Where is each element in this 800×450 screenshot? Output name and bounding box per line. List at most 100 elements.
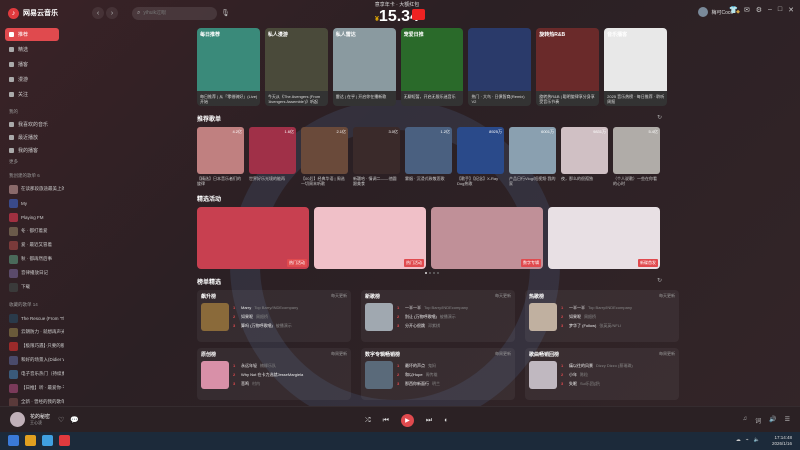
netease-music-taskbar-icon[interactable] (59, 435, 70, 446)
comment-icon[interactable]: 💬 (70, 416, 79, 424)
skin-icon[interactable]: 👕 (729, 6, 738, 14)
forward-icon[interactable]: › (106, 7, 118, 19)
system-clock[interactable]: 17:14:48 2026/1/16 (772, 435, 792, 447)
playlist-item[interactable]: 电子音乐热门（持续更新）人生里 (9, 367, 64, 381)
playlist-item[interactable]: The Rescue (From 'The... (9, 311, 64, 325)
feature-card[interactable]: 宠爱日推 无聊短暂，开启无限乐迷音乐 (400, 28, 464, 106)
chart-row[interactable]: 3 分开心很跳 邓紫棋 (397, 321, 511, 330)
weather-icon[interactable]: ☁ (736, 437, 741, 443)
playlist-item[interactable]: 秋 · 都再然后事 (9, 252, 64, 266)
previous-icon[interactable]: ⏮ (383, 417, 389, 425)
shuffle-icon[interactable]: ⤮ (365, 417, 371, 425)
mail-icon[interactable]: ✉ (744, 6, 750, 14)
minimize-icon[interactable]: – (768, 6, 772, 14)
chart-card[interactable]: 原创榜 每周更新 1 永远年轻 楠柳乐队 2 Why Not 在卡力选就JesseMargi… (197, 348, 351, 400)
network-icon[interactable]: ⌁ (746, 437, 749, 443)
featured-title[interactable]: 精选活动 (197, 194, 221, 203)
chart-row[interactable]: 3 算吗 (万物呼歌唱) 被播演示 (233, 321, 347, 330)
feature-card[interactable]: 热门 · 大鸟 · 日俱智商(Remix) V2 (468, 28, 532, 106)
sidebar-item[interactable]: 精选 (5, 43, 59, 56)
chart-card[interactable]: 新歌榜 每天更新 1 一半一半 Top Barry/INDEcompany 2 别让 (万物… (361, 290, 515, 342)
playlist-card[interactable]: 4.2亿 【精选】日本音乐者们的旋律 (197, 127, 244, 186)
chart-row[interactable]: 1 Marry Top Barry/INDEcompany (233, 303, 347, 312)
collected-playlists-head[interactable]: 收藏的歌单 14 (9, 302, 64, 308)
chart-name[interactable]: 飙升榜 (201, 293, 216, 300)
chart-card[interactable]: 热歌榜 每天更新 1 一半一半 Top Barry/INDEcompany 2 如果呢 周韶桥… (525, 290, 679, 342)
search-input[interactable] (143, 10, 209, 16)
search-box[interactable]: ⌕ (132, 6, 217, 20)
carousel-dot[interactable] (425, 272, 427, 274)
playlist-card[interactable]: 8925万 【歌手】【纪念】X-Ray Dog热歌 (457, 127, 504, 186)
playlist-item[interactable]: 爱 · 最近又冒着 (9, 238, 64, 252)
chart-card[interactable]: 数字专辑畅销榜 每周更新 1 最坏的声点 鬼妈 2 和以Hope 周传雄 3 那西你新面行 明兰 (361, 348, 515, 400)
chart-name[interactable]: 歌曲畅销回榜 (529, 351, 559, 358)
playlist-item[interactable]: 云朗防力 · 就想再声光图 (9, 325, 64, 339)
like-icon[interactable]: ♡ (58, 416, 64, 424)
chart-row[interactable]: 1 最坏的声点 鬼妈 (397, 361, 511, 370)
sidebar-item[interactable]: 播客 (5, 58, 59, 71)
playlist-card[interactable]: 1.2亿 雾烟 · 沉浸式致敬悲歌 (405, 127, 452, 186)
refresh-icon[interactable]: ↻ (657, 114, 662, 123)
carousel-dot[interactable] (429, 272, 431, 274)
chart-card[interactable]: 歌曲畅销回榜 每周更新 1 痛以往的风景 Dizzy Dizzo (蔡瑞珠) 2 小年 陈粒 3… (525, 348, 679, 400)
feature-card[interactable]: 私人雷达 雷达 | 在乎 | 开启你在播新歌 (332, 28, 396, 106)
speaker-icon[interactable]: 🔈 (754, 437, 760, 443)
lyrics-icon[interactable]: 词 (755, 416, 761, 425)
chart-row[interactable]: 1 一半一半 Top Barry/INDEcompany (397, 303, 511, 312)
settings-icon[interactable]: ⚙ (756, 6, 762, 14)
chart-row[interactable]: 2 小年 陈粒 (561, 370, 675, 379)
promo-banner-card[interactable]: 数字专辑 (431, 207, 543, 269)
playlist-item[interactable]: 下载 (9, 280, 64, 294)
playlist-card[interactable]: 3.0亿 新疆哈 · 情调二——他圆跟美食 (353, 127, 400, 186)
playlist-item[interactable]: My (9, 196, 64, 210)
now-playing-cover[interactable] (10, 412, 25, 427)
sidebar-more[interactable]: 更多 (9, 159, 64, 165)
chart-row[interactable]: 2 和以Hope 周传雄 (397, 370, 511, 379)
chart-name[interactable]: 新歌榜 (365, 293, 380, 300)
playlist-item[interactable]: 【日推】听 · 最爱你·不再听歌 (9, 381, 64, 395)
carousel-dot[interactable] (433, 272, 435, 274)
chart-row[interactable]: 2 别让 (万物呼歌唱) 被播演示 (397, 312, 511, 321)
app-logo[interactable]: ♪ 网易云音乐 (0, 7, 90, 19)
chart-cover[interactable] (529, 303, 557, 331)
carousel-dot[interactable] (437, 272, 439, 274)
chart-row[interactable]: 1 痛以往的风景 Dizzy Dizzo (蔡瑞珠) (561, 361, 675, 370)
microphone-icon[interactable]: 🎙 (221, 9, 230, 17)
chart-cover[interactable] (365, 303, 393, 331)
chart-cover[interactable] (201, 361, 229, 389)
chart-cover[interactable] (201, 303, 229, 331)
playlist-card[interactable]: 1.6亿 世界好乐光境的能再 (249, 127, 296, 186)
close-icon[interactable]: ✕ (788, 6, 794, 14)
chart-cover[interactable] (529, 361, 557, 389)
feature-card[interactable]: 旋转热R&B 旋转热R&B | 聪明旋律享分身享受音乐节奏 (536, 28, 600, 106)
now-playing-artist[interactable]: 王心凌 (30, 420, 50, 426)
charts-title[interactable]: 榜单精选 (197, 277, 221, 286)
chart-row[interactable]: 1 永远年轻 楠柳乐队 (233, 361, 347, 370)
chart-row[interactable]: 2 Why Not 在卡力选就JesseMargiela (233, 370, 347, 379)
playlist-item[interactable]: 【极限巧遇】·只要的那年 (9, 339, 64, 353)
playlist-queue-icon[interactable]: ☰ (785, 416, 790, 425)
promo-banner-card[interactable]: 热门活动 (314, 207, 426, 269)
chart-name[interactable]: 原创榜 (201, 351, 216, 358)
windows-start-icon[interactable] (8, 435, 19, 446)
chart-row[interactable]: 3 梦华了 (Follow) 张英英/NFLI (561, 321, 675, 330)
sidebar-my-item[interactable]: 最近播放 (5, 131, 59, 144)
sidebar-item[interactable]: 关注 (5, 88, 59, 101)
play-button[interactable]: ▶ (400, 414, 414, 427)
created-playlists-head[interactable]: 我创建的歌单 6 (9, 173, 64, 179)
chart-row[interactable]: 3 悲鸣 村内 (233, 379, 347, 388)
sidebar-my-item[interactable]: 我喜欢的音乐 (5, 118, 59, 131)
promo-banner-card[interactable]: 新碟首发 (548, 207, 660, 269)
avatar[interactable] (698, 7, 709, 17)
playlist-card[interactable]: 2.1亿 【00后】经典华语 | 周选一切周末听歌 (301, 127, 348, 186)
feature-card[interactable]: 每日推荐 每日推荐 | 从「零借骑好」(Live) 开始 (197, 28, 260, 106)
chart-name[interactable]: 热歌榜 (529, 293, 544, 300)
chart-card[interactable]: 飙升榜 每天更新 1 Marry Top Barry/INDEcompany 2 如果呢 周韶… (197, 290, 351, 342)
browser-icon[interactable] (42, 435, 53, 446)
next-icon[interactable]: ⏭ (426, 417, 432, 425)
promo-banner[interactable]: 意享年卡 · 大额红包 ¥15.34 (352, 0, 442, 26)
volume-icon[interactable]: 🔊 (769, 416, 776, 425)
now-playing-title[interactable]: 花的秘密 (30, 413, 50, 420)
promo-banner-card[interactable]: 热门活动 (197, 207, 309, 269)
playlist-item[interactable]: 和好的场景入(Didier Wilde) (9, 353, 64, 367)
